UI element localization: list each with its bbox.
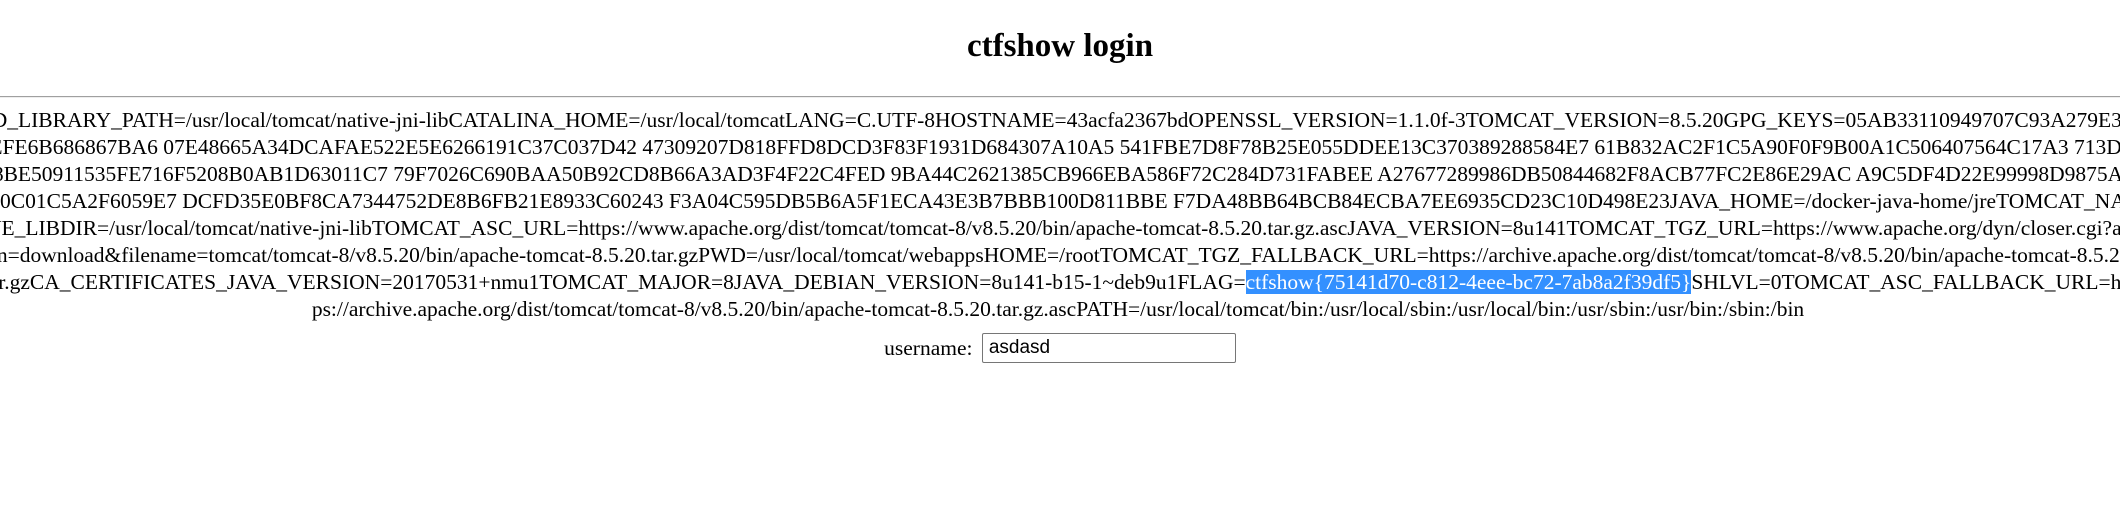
username-input[interactable] bbox=[981, 333, 1236, 364]
environment-variables-output: LD_LIBRARY_PATH=/usr/local/tomcat/native… bbox=[0, 107, 2120, 323]
page-title: ctfshow login bbox=[966, 28, 1154, 64]
horizontal-divider bbox=[0, 96, 2120, 98]
env-text-before-flag: LD_LIBRARY_PATH=/usr/local/tomcat/native… bbox=[0, 108, 2120, 294]
login-form: username: bbox=[0, 331, 2120, 364]
username-label: username: bbox=[884, 336, 973, 361]
selected-flag-text[interactable]: ctfshow{75141d70-c812-4eee-bc72-7ab8a2f3… bbox=[1245, 270, 1692, 294]
